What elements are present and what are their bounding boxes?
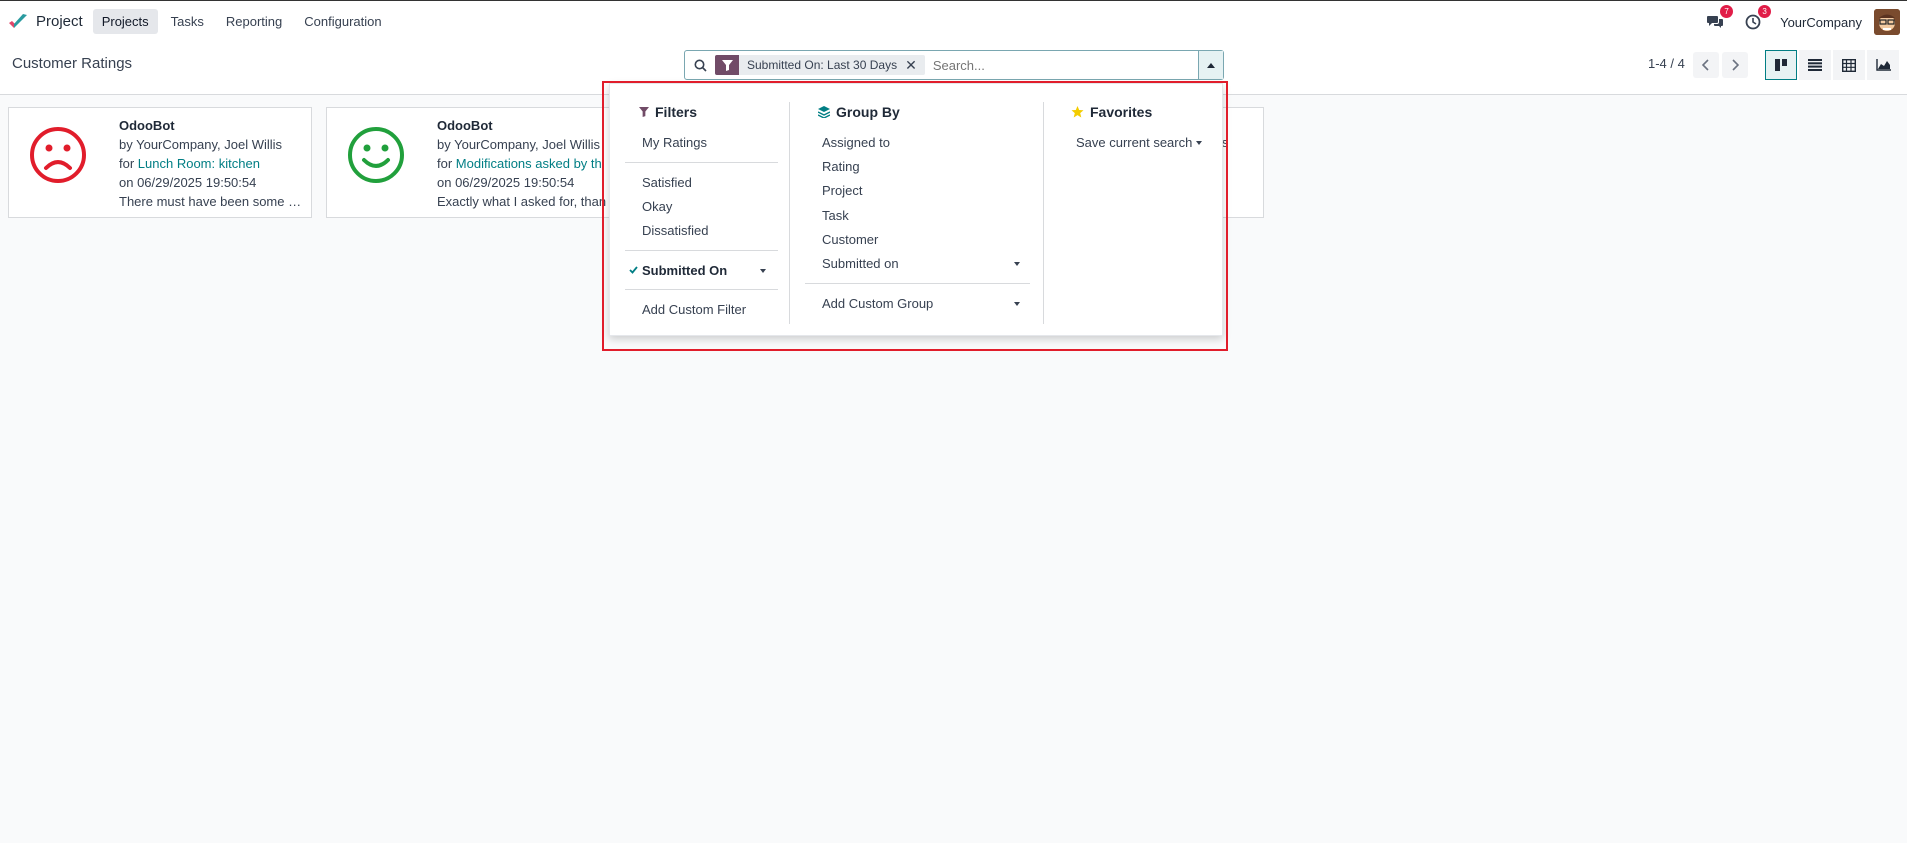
- menu-reporting[interactable]: Reporting: [217, 9, 291, 34]
- pager-previous[interactable]: [1693, 52, 1719, 78]
- divider: [625, 250, 778, 251]
- divider: [625, 289, 778, 290]
- table-icon: [1842, 58, 1856, 72]
- caret-down-icon[interactable]: [1014, 262, 1020, 266]
- check-icon: [629, 266, 638, 274]
- page-title: Customer Ratings: [12, 55, 133, 72]
- rating-comment: Exactly what I asked for, than: [437, 194, 607, 209]
- app-brand[interactable]: Project: [8, 8, 83, 36]
- rating-date: on 06/29/2025 19:50:54: [437, 175, 575, 190]
- groupby-title: Group By: [836, 104, 900, 120]
- rating-for: for Modifications asked by th: [437, 154, 611, 173]
- view-graph[interactable]: [1867, 50, 1899, 80]
- rating-author: OdooBot: [119, 118, 175, 133]
- project-app-icon: [9, 13, 27, 28]
- filter-icon: [639, 107, 649, 117]
- groupby-header: Group By: [818, 102, 900, 122]
- groupby-customer[interactable]: Customer: [822, 232, 878, 247]
- rating-author: OdooBot: [437, 118, 493, 133]
- facet-remove-icon[interactable]: ✕: [905, 57, 925, 74]
- add-custom-filter[interactable]: Add Custom Filter: [642, 302, 746, 317]
- clock-icon: [1745, 14, 1761, 30]
- area-chart-icon: [1875, 59, 1891, 71]
- column-divider: [1043, 102, 1044, 324]
- groupby-task[interactable]: Task: [822, 208, 849, 223]
- pager-next[interactable]: [1722, 52, 1748, 78]
- app-name: Project: [36, 13, 83, 30]
- save-current-search[interactable]: Save current search: [1076, 135, 1192, 150]
- messages-button[interactable]: 7: [1704, 5, 1734, 33]
- favorites-header: Favorites: [1071, 102, 1152, 122]
- filter-my-ratings[interactable]: My Ratings: [642, 135, 707, 150]
- caret-up-icon: [1207, 62, 1215, 68]
- filter-submitted-on[interactable]: Submitted On: [642, 263, 727, 278]
- caret-down-icon[interactable]: [1196, 141, 1202, 145]
- groupby-project[interactable]: Project: [822, 183, 862, 198]
- list-icon: [1808, 59, 1822, 71]
- search-panel-toggle[interactable]: [1198, 51, 1223, 79]
- rating-card[interactable]: OdooBot by YourCompany, Joel Willis for …: [326, 107, 630, 218]
- rating-date: on 06/29/2025 19:50:54: [119, 175, 257, 190]
- menu-tasks[interactable]: Tasks: [162, 9, 213, 34]
- filter-dissatisfied[interactable]: Dissatisfied: [642, 223, 708, 238]
- main-menu: Projects Tasks Reporting Configuration: [92, 9, 395, 34]
- search-input[interactable]: [924, 52, 1198, 78]
- activities-button[interactable]: 3: [1742, 5, 1772, 33]
- add-custom-group[interactable]: Add Custom Group: [822, 296, 933, 311]
- rating-task-link[interactable]: Lunch Room: kitchen: [138, 156, 260, 171]
- view-list[interactable]: [1799, 50, 1831, 80]
- rating-comment: There must have been some …: [119, 194, 302, 209]
- rating-for-prefix: for: [437, 156, 456, 171]
- groupby-submitted-on[interactable]: Submitted on: [822, 256, 899, 271]
- chevron-left-icon: [1702, 59, 1709, 71]
- search-panel-dropdown: Filters My Ratings Satisfied Okay Dissat…: [609, 83, 1223, 336]
- messages-count-badge: 7: [1720, 5, 1734, 18]
- search-icon: [685, 59, 715, 72]
- navbar-systray: 7 3 YourCompany: [1704, 1, 1907, 43]
- activities-count-badge: 3: [1758, 5, 1772, 18]
- chevron-right-icon: [1732, 59, 1739, 71]
- kanban-icon: [1775, 59, 1787, 71]
- user-avatar[interactable]: [1874, 9, 1900, 35]
- pager-value[interactable]: 1-4 / 4: [1648, 56, 1685, 71]
- view-pivot[interactable]: [1833, 50, 1865, 80]
- rating-by: by YourCompany, Joel Willis: [119, 137, 283, 152]
- rating-for-prefix: for: [119, 156, 138, 171]
- filter-okay[interactable]: Okay: [642, 199, 672, 214]
- filters-title: Filters: [655, 104, 698, 120]
- menu-projects[interactable]: Projects: [92, 9, 158, 34]
- top-navbar: Project Projects Tasks Reporting Configu…: [0, 0, 1907, 42]
- filter-icon: [715, 55, 739, 75]
- avatar-image: [1874, 9, 1900, 35]
- column-divider: [789, 102, 790, 324]
- groupby-assigned-to[interactable]: Assigned to: [822, 135, 890, 150]
- favorites-title: Favorites: [1090, 104, 1153, 120]
- divider: [625, 162, 778, 163]
- smiley-face-icon: [348, 127, 404, 183]
- rating-task-link[interactable]: Modifications asked by th: [456, 156, 602, 171]
- caret-down-icon[interactable]: [1014, 302, 1020, 306]
- filter-satisfied[interactable]: Satisfied: [642, 175, 692, 190]
- search-facet: Submitted On: Last 30 Days ✕: [715, 55, 925, 75]
- filters-header: Filters: [639, 102, 697, 122]
- groupby-rating[interactable]: Rating: [822, 159, 860, 174]
- divider: [805, 283, 1030, 284]
- facet-label: Submitted On: Last 30 Days: [747, 58, 898, 72]
- rating-card[interactable]: OdooBot by YourCompany, Joel Willis for …: [8, 107, 312, 218]
- rating-for: for Lunch Room: kitchen: [119, 154, 304, 173]
- rating-card-details: OdooBot by YourCompany, Joel Willis for …: [437, 116, 611, 211]
- view-kanban[interactable]: [1765, 50, 1797, 80]
- menu-configuration[interactable]: Configuration: [295, 9, 390, 34]
- company-switcher[interactable]: YourCompany: [1780, 15, 1862, 30]
- search-bar: Submitted On: Last 30 Days ✕: [684, 50, 1224, 80]
- star-icon: [1071, 106, 1084, 118]
- rating-card-details: OdooBot by YourCompany, Joel Willis for …: [119, 116, 304, 211]
- rating-by: by YourCompany, Joel Willis: [437, 137, 601, 152]
- caret-down-icon[interactable]: [760, 269, 766, 273]
- sad-face-icon: [30, 127, 86, 183]
- layers-icon: [818, 106, 830, 118]
